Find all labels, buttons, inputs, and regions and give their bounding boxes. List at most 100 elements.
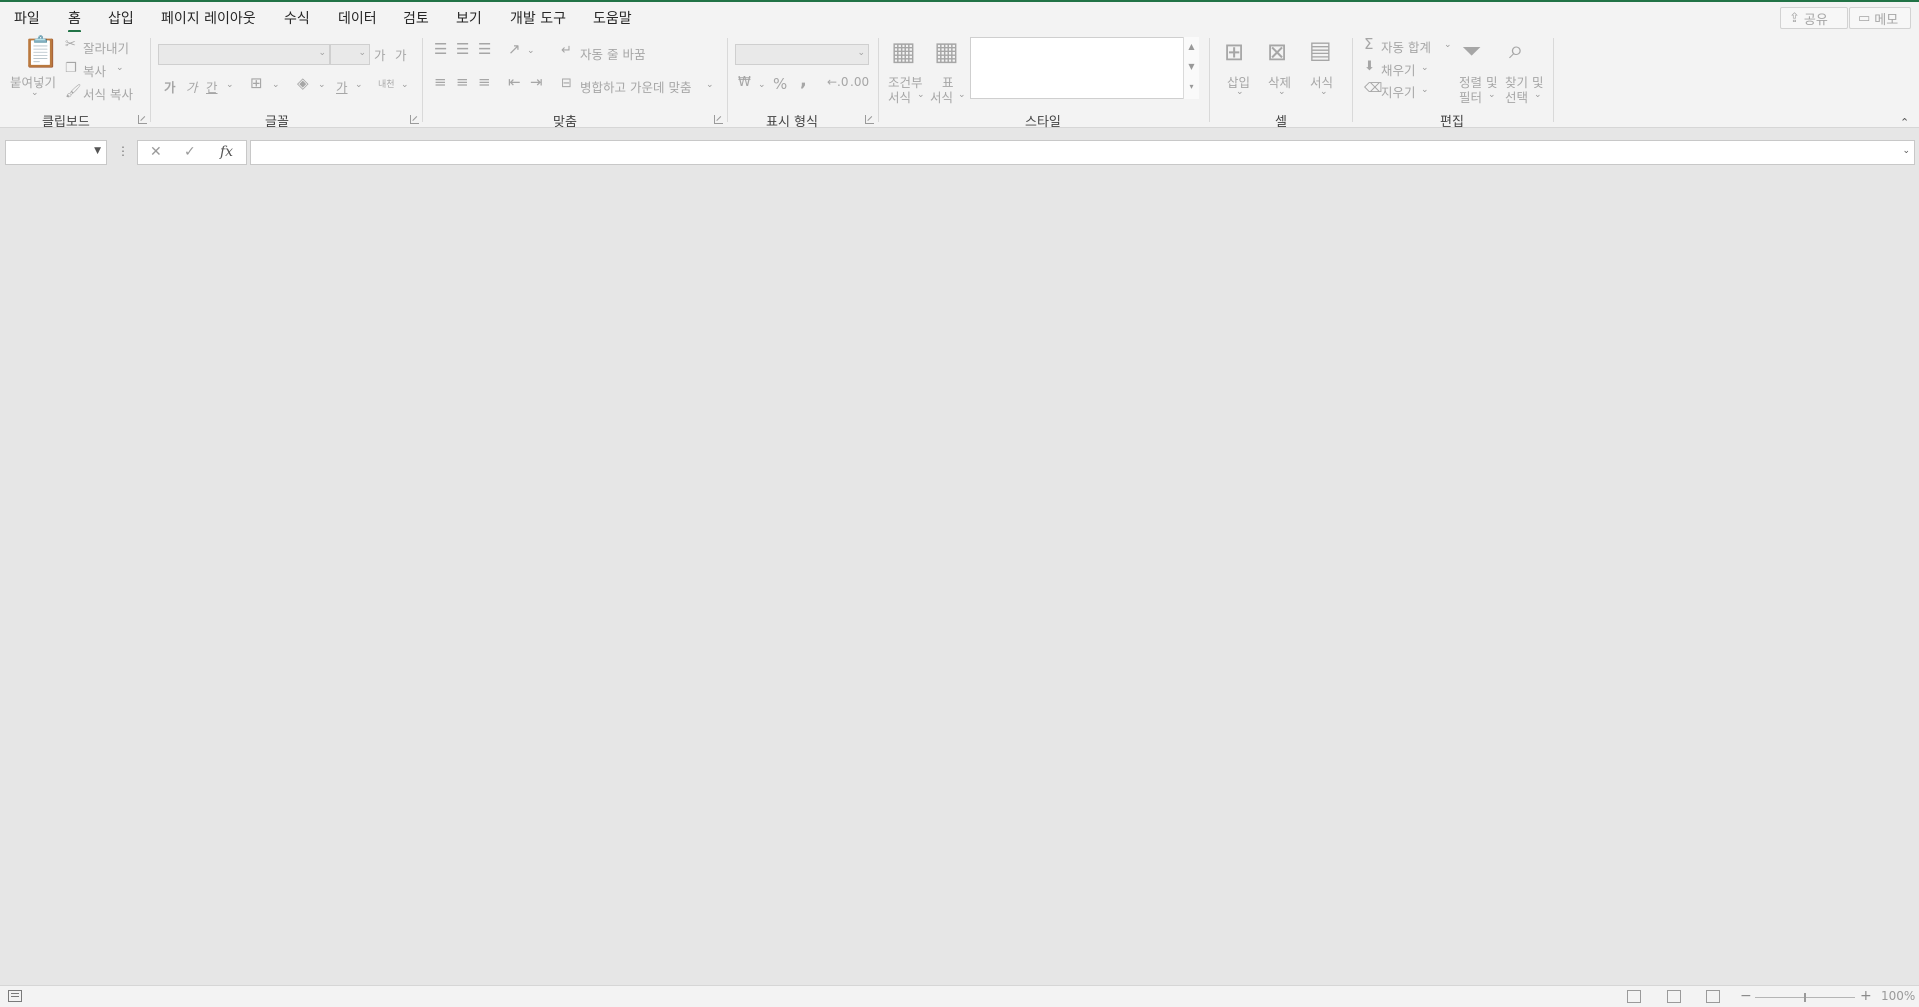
tab-review[interactable]: 검토: [403, 8, 429, 28]
orientation-dropdown-icon[interactable]: ⌄: [527, 46, 535, 56]
font-size-combo[interactable]: ⌄: [330, 44, 370, 65]
increase-font-button[interactable]: 가: [374, 45, 386, 64]
share-icon: ⇪: [1789, 10, 1800, 26]
zoom-out-icon[interactable]: −: [1740, 988, 1752, 1004]
delete-dropdown-icon[interactable]: ⌄: [1278, 87, 1286, 97]
italic-button[interactable]: 가: [186, 77, 198, 96]
find-dropdown-icon[interactable]: ⌄: [1534, 90, 1542, 100]
table-dropdown-icon[interactable]: ⌄: [958, 90, 966, 100]
align-top-icon[interactable]: ☰: [434, 42, 447, 57]
status-bar: − + 100%: [0, 985, 1919, 1007]
number-format-combo[interactable]: ⌄: [735, 44, 869, 65]
phonetic-dropdown-icon[interactable]: ⌄: [401, 80, 409, 90]
tab-file[interactable]: 파일: [14, 8, 40, 28]
increase-indent-icon[interactable]: ⇥: [530, 75, 543, 90]
percent-button[interactable]: %: [773, 75, 787, 93]
formula-bar: ▼ ⋮ ✕ ✓ fx ⌄: [0, 128, 1919, 172]
autosum-button[interactable]: 자동 합계: [1381, 37, 1431, 56]
workspace-area: [0, 172, 1919, 985]
tab-developer[interactable]: 개발 도구: [510, 8, 566, 28]
font-launcher-icon[interactable]: [410, 115, 419, 124]
increase-decimal-icon[interactable]: ←.0: [827, 76, 849, 88]
align-middle-icon[interactable]: ☰: [456, 42, 469, 57]
page-break-view-icon[interactable]: [1706, 990, 1720, 1003]
chevron-down-icon[interactable]: ▼: [94, 146, 101, 156]
font-color-button[interactable]: 가: [336, 77, 348, 96]
merge-center-button[interactable]: 병합하고 가운데 맞춤: [580, 77, 691, 96]
clipboard-launcher-icon[interactable]: [138, 115, 147, 124]
enter-check-icon[interactable]: ✓: [184, 144, 196, 160]
clear-dropdown-icon[interactable]: ⌄: [1421, 85, 1429, 95]
underline-button[interactable]: 간: [206, 77, 218, 96]
tab-data[interactable]: 데이터: [338, 8, 377, 28]
expand-formula-bar-icon[interactable]: ⌄: [1902, 146, 1910, 156]
merge-dropdown-icon[interactable]: ⌄: [706, 80, 714, 90]
alignment-launcher-icon[interactable]: [714, 115, 723, 124]
normal-view-icon[interactable]: [1627, 990, 1641, 1003]
align-center-icon[interactable]: ≡: [456, 75, 469, 90]
share-button[interactable]: ⇪ 공유: [1780, 7, 1848, 29]
tab-home[interactable]: 홈: [68, 8, 81, 33]
formula-input[interactable]: ⌄: [250, 140, 1915, 165]
zoom-slider-thumb[interactable]: [1804, 993, 1806, 1002]
clear-button[interactable]: 지우기: [1381, 82, 1416, 101]
copy-button[interactable]: 복사: [83, 61, 106, 80]
accounting-format-icon[interactable]: ₩: [738, 76, 751, 89]
fill-color-icon[interactable]: ◈: [297, 76, 309, 91]
insert-dropdown-icon[interactable]: ⌄: [1236, 87, 1244, 97]
find-select-label: 선택: [1505, 90, 1529, 105]
format-painter-button[interactable]: 서식 복사: [83, 84, 133, 103]
tab-help[interactable]: 도움말: [593, 8, 632, 28]
conditional-dropdown-icon[interactable]: ⌄: [917, 90, 925, 100]
accounting-dropdown-icon[interactable]: ⌄: [758, 80, 766, 90]
autosum-dropdown-icon[interactable]: ⌄: [1444, 40, 1452, 50]
number-launcher-icon[interactable]: [865, 115, 874, 124]
scroll-up-icon[interactable]: ▲: [1184, 37, 1199, 57]
fill-dropdown-icon[interactable]: ⌄: [1421, 63, 1429, 73]
tab-insert[interactable]: 삽입: [108, 8, 134, 28]
decrease-indent-icon[interactable]: ⇤: [508, 75, 521, 90]
bold-button[interactable]: 가: [164, 77, 176, 96]
phonetic-button[interactable]: 내천: [378, 77, 395, 90]
comments-button[interactable]: ▭ 메모: [1849, 7, 1911, 29]
zoom-level[interactable]: 100%: [1881, 989, 1915, 1003]
borders-dropdown-icon[interactable]: ⌄: [272, 80, 280, 90]
cut-button[interactable]: 잘라내기: [83, 38, 129, 57]
scroll-down-icon[interactable]: ▼: [1184, 57, 1199, 77]
tab-formulas[interactable]: 수식: [284, 8, 310, 28]
font-name-combo[interactable]: ⌄: [158, 44, 330, 65]
cell-styles-gallery[interactable]: [970, 37, 1199, 99]
scissors-icon: ✂: [65, 37, 76, 52]
page-layout-view-icon[interactable]: [1667, 990, 1681, 1003]
font-color-dropdown-icon[interactable]: ⌄: [355, 80, 363, 90]
tab-page-layout[interactable]: 페이지 레이아웃: [161, 8, 256, 28]
orientation-icon[interactable]: ↗: [508, 42, 521, 57]
copy-icon: ❐: [65, 61, 77, 76]
comma-button[interactable]: ,: [800, 70, 807, 91]
borders-icon[interactable]: ⊞: [250, 76, 263, 91]
fill-button[interactable]: 채우기: [1381, 60, 1416, 79]
paste-dropdown-icon[interactable]: ⌄: [31, 88, 39, 98]
name-box[interactable]: ▼: [5, 140, 107, 165]
wrap-text-button[interactable]: 자동 줄 바꿈: [580, 44, 645, 63]
gallery-more-icon[interactable]: ▾: [1184, 77, 1199, 97]
align-left-icon[interactable]: ≡: [434, 75, 447, 90]
fill-dropdown-icon[interactable]: ⌄: [318, 80, 326, 90]
eraser-icon: ⌫: [1364, 81, 1383, 96]
copy-dropdown-icon[interactable]: ⌄: [116, 63, 124, 73]
cancel-icon[interactable]: ✕: [150, 144, 162, 160]
decrease-font-button[interactable]: 가: [395, 45, 407, 64]
align-right-icon[interactable]: ≡: [478, 75, 491, 90]
tab-view[interactable]: 보기: [456, 8, 482, 28]
insert-function-button[interactable]: fx: [220, 144, 233, 160]
gallery-scroll[interactable]: ▲ ▼ ▾: [1183, 37, 1199, 99]
underline-dropdown-icon[interactable]: ⌄: [226, 80, 234, 90]
sort-dropdown-icon[interactable]: ⌄: [1488, 90, 1496, 100]
group-separator: [1209, 38, 1210, 122]
zoom-in-icon[interactable]: +: [1860, 988, 1872, 1004]
align-bottom-icon[interactable]: ☰: [478, 42, 491, 57]
format-dropdown-icon[interactable]: ⌄: [1320, 87, 1328, 97]
formula-bar-grip-icon[interactable]: ⋮: [117, 144, 129, 158]
decrease-decimal-icon[interactable]: .00: [850, 76, 869, 88]
macro-recording-icon[interactable]: [8, 990, 22, 1002]
